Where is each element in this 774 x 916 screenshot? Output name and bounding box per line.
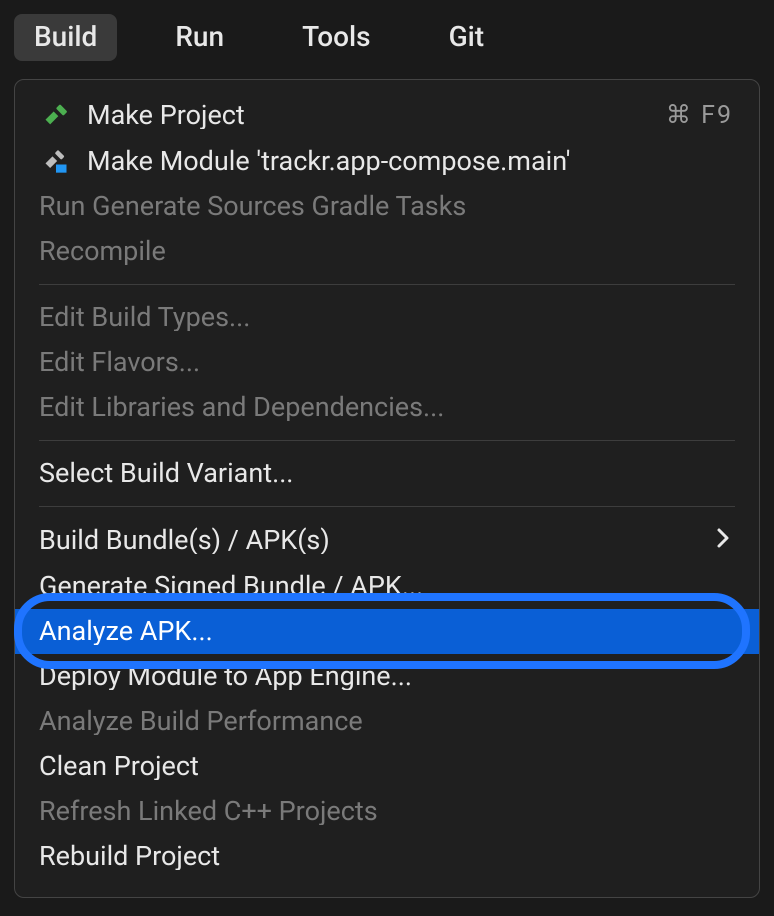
menubar-item-label: Git bbox=[449, 20, 485, 53]
menubar: Build Run Tools Git bbox=[0, 0, 774, 79]
menu-item-clean-project[interactable]: Clean Project bbox=[15, 744, 759, 789]
chevron-right-icon bbox=[715, 526, 735, 555]
menu-item-label: Edit Flavors... bbox=[39, 349, 735, 376]
menu-separator bbox=[39, 440, 735, 441]
menu-item-edit-build-types: Edit Build Types... bbox=[15, 295, 759, 340]
menu-item-make-module[interactable]: Make Module 'trackr.app-compose.main' bbox=[15, 138, 759, 184]
menu-item-run-gen-sources: Run Generate Sources Gradle Tasks bbox=[15, 184, 759, 229]
menu-item-label: Rebuild Project bbox=[39, 843, 735, 870]
menu-item-label: Make Project bbox=[87, 102, 652, 129]
menu-item-gen-signed[interactable]: Generate Signed Bundle / APK... bbox=[15, 564, 759, 609]
menu-item-label: Generate Signed Bundle / APK... bbox=[39, 573, 735, 600]
menubar-item-tools[interactable]: Tools bbox=[282, 14, 390, 61]
menu-item-label: Edit Build Types... bbox=[39, 304, 735, 331]
build-menu-dropdown: Make Project ⌘ F9 Make Module 'trackr.ap… bbox=[14, 79, 760, 898]
menu-item-make-project[interactable]: Make Project ⌘ F9 bbox=[15, 92, 759, 138]
menu-item-label: Clean Project bbox=[39, 753, 735, 780]
menu-item-edit-flavors: Edit Flavors... bbox=[15, 340, 759, 385]
menu-separator bbox=[39, 506, 735, 507]
menu-item-label: Make Module 'trackr.app-compose.main' bbox=[87, 148, 735, 175]
menu-item-deploy-app-engine[interactable]: Deploy Module to App Engine... bbox=[15, 654, 759, 699]
menu-item-label: Edit Libraries and Dependencies... bbox=[39, 394, 735, 421]
menu-item-label: Run Generate Sources Gradle Tasks bbox=[39, 193, 735, 220]
menubar-item-label: Build bbox=[34, 20, 97, 53]
menubar-item-git[interactable]: Git bbox=[429, 14, 505, 61]
menu-item-label: Deploy Module to App Engine... bbox=[39, 663, 735, 690]
menu-item-select-build-variant[interactable]: Select Build Variant... bbox=[15, 451, 759, 496]
menu-item-label: Analyze APK... bbox=[39, 618, 735, 645]
menu-item-label: Refresh Linked C++ Projects bbox=[39, 798, 735, 825]
menu-item-shortcut: ⌘ F9 bbox=[666, 103, 735, 128]
menu-item-analyze-apk[interactable]: Analyze APK... bbox=[15, 609, 759, 654]
hammer-blue-icon bbox=[39, 147, 73, 175]
menu-item-label: Build Bundle(s) / APK(s) bbox=[39, 527, 701, 554]
menu-item-edit-libs: Edit Libraries and Dependencies... bbox=[15, 385, 759, 430]
menubar-item-label: Run bbox=[175, 20, 224, 53]
menu-item-label: Analyze Build Performance bbox=[39, 708, 735, 735]
menu-item-rebuild-project[interactable]: Rebuild Project bbox=[15, 834, 759, 879]
menu-item-build-bundles[interactable]: Build Bundle(s) / APK(s) bbox=[15, 517, 759, 564]
menu-item-label: Select Build Variant... bbox=[39, 460, 735, 487]
menu-item-recompile: Recompile bbox=[15, 229, 759, 274]
menubar-item-label: Tools bbox=[302, 20, 370, 53]
menubar-item-build[interactable]: Build bbox=[14, 14, 117, 61]
menu-item-refresh-cpp: Refresh Linked C++ Projects bbox=[15, 789, 759, 834]
menu-separator bbox=[39, 284, 735, 285]
menubar-item-run[interactable]: Run bbox=[155, 14, 244, 61]
menu-item-label: Recompile bbox=[39, 238, 735, 265]
menu-item-analyze-build-perf: Analyze Build Performance bbox=[15, 699, 759, 744]
hammer-green-icon bbox=[39, 101, 73, 129]
